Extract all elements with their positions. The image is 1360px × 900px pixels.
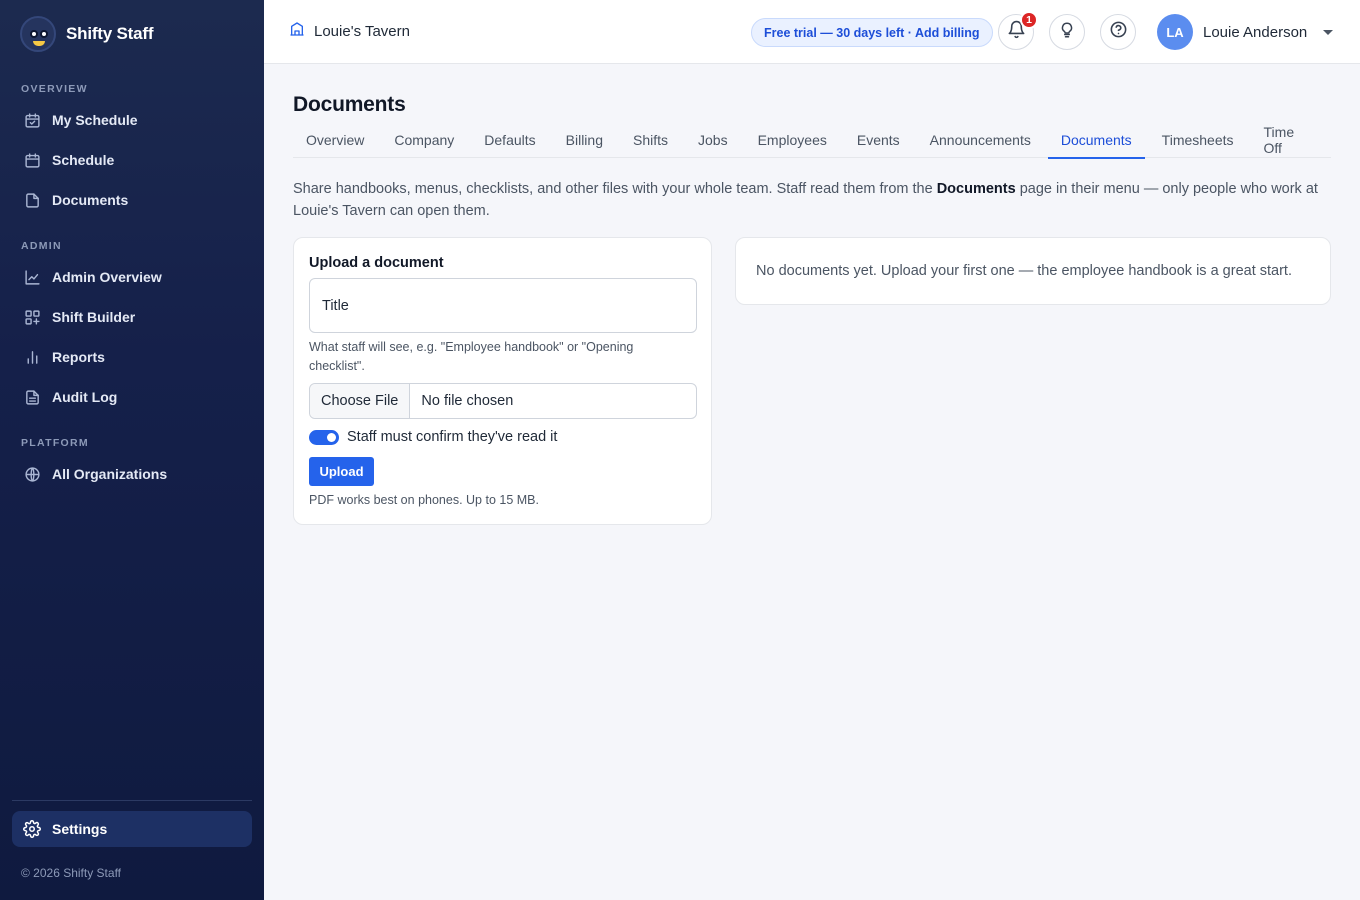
help-button[interactable] — [1100, 14, 1136, 50]
section-title-admin: ADMIN — [21, 240, 62, 252]
tab-timesheets[interactable]: Timesheets — [1149, 122, 1247, 158]
file-icon — [23, 191, 41, 209]
globe-icon — [23, 465, 41, 483]
sidebar-item-reports[interactable]: Reports — [12, 339, 252, 375]
calendar-icon — [23, 151, 41, 169]
sidebar-item-label: Admin Overview — [52, 269, 162, 285]
notifications-button[interactable]: 1 — [998, 11, 1038, 50]
tab-events[interactable]: Events — [844, 122, 913, 158]
title-hint: What staff will see, e.g. "Employee hand… — [309, 340, 634, 373]
sidebar-item-shift-builder[interactable]: Shift Builder — [12, 299, 252, 335]
sidebar-item-settings[interactable]: Settings — [12, 811, 252, 847]
choose-file-button[interactable]: Choose File — [310, 384, 411, 418]
tab-shifts[interactable]: Shifts — [620, 122, 681, 158]
app-name: Shifty Staff — [66, 24, 154, 43]
tab-announcements[interactable]: Announcements — [917, 122, 1044, 158]
confirm-read-toggle-row[interactable]: Staff must confirm they've read it — [309, 429, 557, 445]
empty-state-text: No documents yet. Upload your first one … — [756, 263, 1292, 279]
sidebar-item-audit-log[interactable]: Audit Log — [12, 379, 252, 415]
brand[interactable]: Shifty Staff — [20, 16, 154, 52]
building-icon — [289, 21, 305, 42]
grid-plus-icon — [23, 308, 41, 326]
file-text-icon — [23, 388, 41, 406]
page-intro: Share handbooks, menus, checklists, and … — [293, 181, 1318, 219]
tab-company[interactable]: Company — [381, 122, 467, 158]
avatar: LA — [1157, 14, 1193, 50]
lightbulb-icon — [1058, 21, 1076, 44]
sidebar-item-label: Schedule — [52, 152, 115, 168]
upload-button[interactable]: Upload — [309, 457, 374, 486]
sidebar-item-label: Audit Log — [52, 389, 118, 405]
tab-time-off[interactable]: Time Off — [1251, 122, 1327, 158]
calendar-check-icon — [23, 111, 41, 129]
tab-billing[interactable]: Billing — [553, 122, 616, 158]
sidebar-item-label: Reports — [52, 349, 105, 365]
sidebar-item-label: All Organizations — [52, 466, 168, 482]
sidebar-item-all-organizations[interactable]: All Organizations — [12, 456, 252, 492]
section-title-platform: PLATFORM — [21, 437, 89, 449]
sidebar-item-label: Shift Builder — [52, 309, 136, 325]
line-chart-icon — [23, 268, 41, 286]
upload-card: Upload a document What staff will see, e… — [293, 237, 712, 525]
help-circle-icon — [1109, 20, 1128, 44]
sidebar-item-label: Settings — [52, 821, 108, 837]
file-input[interactable]: Choose File No file chosen — [309, 383, 697, 419]
page-title: Documents — [293, 93, 406, 116]
tab-overview[interactable]: Overview — [293, 122, 377, 158]
documents-list-card: No documents yet. Upload your first one … — [735, 237, 1331, 305]
tab-defaults[interactable]: Defaults — [471, 122, 548, 158]
sidebar-item-label: Documents — [52, 192, 129, 208]
sidebar-item-admin-overview[interactable]: Admin Overview — [12, 259, 252, 295]
file-status: No file chosen — [421, 393, 514, 409]
chevron-down-icon — [1323, 29, 1334, 35]
confirm-read-label: Staff must confirm they've read it — [347, 429, 558, 445]
copyright: © 2026 Shifty Staff — [21, 866, 122, 880]
notification-badge: 1 — [1020, 11, 1038, 29]
upload-note: PDF works best on phones. Up to 15 MB. — [309, 493, 539, 507]
sidebar-item-documents[interactable]: Documents — [12, 182, 252, 218]
upload-card-title: Upload a document — [309, 255, 444, 271]
user-name: Louie Anderson — [1203, 23, 1308, 41]
gear-icon — [23, 820, 41, 838]
settings-tabs: Overview Company Defaults Billing Shifts… — [293, 122, 1331, 159]
tab-employees[interactable]: Employees — [745, 122, 840, 158]
sidebar-item-label: My Schedule — [52, 112, 138, 128]
tips-button[interactable] — [1049, 14, 1085, 50]
tab-documents[interactable]: Documents — [1047, 122, 1145, 159]
bar-chart-icon — [23, 348, 41, 366]
title-input[interactable] — [309, 278, 697, 333]
confirm-read-toggle[interactable] — [309, 429, 339, 445]
logo — [20, 16, 56, 52]
user-menu[interactable]: LA Louie Anderson — [1157, 14, 1334, 50]
sidebar-divider — [12, 800, 252, 801]
sidebar: Shifty Staff OVERVIEW My Schedule Schedu… — [0, 0, 264, 900]
org-switcher[interactable]: Louie's Tavern — [289, 21, 410, 42]
topbar: Louie's Tavern Free trial — 30 days left… — [264, 0, 1360, 64]
sidebar-item-schedule[interactable]: Schedule — [12, 142, 252, 178]
tab-jobs[interactable]: Jobs — [685, 122, 741, 158]
intro-bold: Documents — [936, 181, 1016, 197]
trial-billing-link[interactable]: Free trial — 30 days left · Add billing — [751, 18, 993, 47]
org-name: Louie's Tavern — [314, 23, 410, 40]
sidebar-item-my-schedule[interactable]: My Schedule — [12, 102, 252, 138]
section-title-overview: OVERVIEW — [21, 83, 88, 95]
